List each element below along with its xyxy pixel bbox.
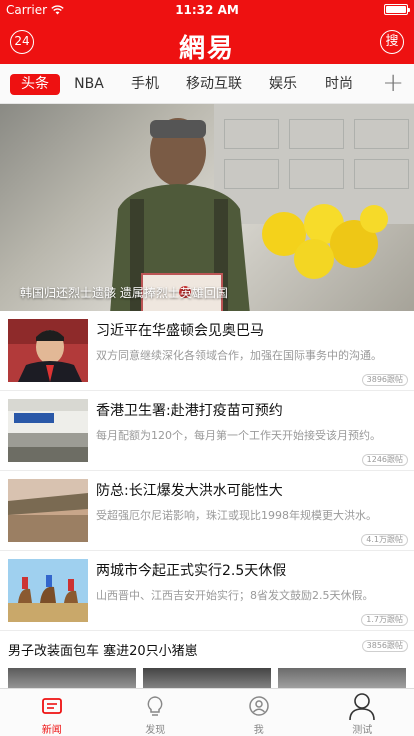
news-title: 香港卫生署:赴港打疫苗可预约 [96, 403, 283, 419]
news-item[interactable]: 香港卫生署:赴港打疫苗可预约 每月配额为120个，每月第一个工作天开始接受该月预… [0, 391, 414, 471]
tab-fashion[interactable]: 时尚 [314, 74, 364, 95]
tabbar-me-label: 我 [253, 725, 264, 736]
hero-banner[interactable]: 韩国归还烈士遗骸 遗属捧烈士英雄回国 [0, 104, 414, 311]
user-icon [249, 696, 269, 716]
hero-person-image [110, 118, 250, 311]
comment-count-badge: 4.1万跟帖 [361, 534, 408, 546]
tabbar-discover-label: 发现 [145, 725, 166, 736]
news-title: 两城市今起正式实行2.5天休假 [96, 563, 287, 579]
tabbar-test-label: 测试 [352, 725, 373, 736]
news-title: 防总:长江爆发大洪水可能性大 [96, 483, 283, 499]
news-icon [41, 698, 62, 714]
hero-flowers-image [262, 204, 388, 279]
comment-count-badge: 3896跟帖 [361, 374, 408, 386]
bulb-icon [147, 696, 163, 716]
news-digest: 每月配额为120个，每月第一个工作天开始接受该月预约。 [96, 429, 381, 442]
news-item[interactable]: 防总:长江爆发大洪水可能性大 受超强厄尔尼诺影响，珠江或现比1998年规模更大洪… [0, 471, 414, 551]
news-thumbnail [8, 399, 88, 462]
tab-nba[interactable]: NBA [64, 74, 114, 95]
photo-set-item[interactable]: 男子改装面包车 塞进20只小猪崽 3856跟帖 [0, 640, 414, 690]
tab-headline[interactable]: 头条 [10, 74, 60, 95]
photo-set-title: 男子改装面包车 塞进20只小猪崽 [8, 644, 198, 659]
tabbar-test[interactable]: 测试 [311, 689, 414, 736]
photo-set-image [143, 668, 271, 690]
bottom-tab-bar: 新闻 发现 我 测试 [0, 688, 414, 736]
channel-tabs: 头条 NBA 手机 移动互联 娱乐 时尚 + [0, 64, 414, 104]
battery-level [386, 6, 406, 13]
comment-count-badge: 3856跟帖 [361, 640, 408, 652]
search-button[interactable]: 搜 [380, 30, 404, 54]
news-thumbnail [8, 479, 88, 542]
top-bar: Carrier 11:32 AM 24 網易 搜 [0, 0, 414, 64]
search-icon: 搜 [385, 34, 399, 49]
status-time: 11:32 AM [175, 3, 239, 17]
photo-set-images [8, 668, 406, 690]
tabbar-news[interactable]: 新闻 [0, 689, 104, 736]
news-digest: 山西晋中、江西吉安开始实行；8省发文鼓励2.5天休假。 [96, 589, 374, 602]
hero-caption: 韩国归还烈士遗骸 遗属捧烈士英雄回国 [20, 286, 228, 300]
battery-icon [384, 4, 410, 15]
comment-count-badge: 1.7万跟帖 [361, 614, 408, 626]
tabbar-me[interactable]: 我 [207, 689, 311, 736]
news-item[interactable]: 习近平在华盛顿会见奥巴马 双方同意继续深化各领域合作，加强在国际事务中的沟通。 … [0, 311, 414, 391]
tab-mobile-internet[interactable]: 移动互联 [176, 74, 252, 95]
tabbar-news-label: 新闻 [41, 725, 62, 736]
tab-phone[interactable]: 手机 [120, 74, 170, 95]
news-thumbnail [8, 559, 88, 622]
tabbar-discover[interactable]: 发现 [104, 689, 208, 736]
news-digest: 双方同意继续深化各领域合作，加强在国际事务中的沟通。 [96, 349, 382, 362]
news-item[interactable]: 两城市今起正式实行2.5天休假 山西晋中、江西吉安开始实行；8省发文鼓励2.5天… [0, 551, 414, 631]
tab-entertainment[interactable]: 娱乐 [258, 74, 308, 95]
plus-icon[interactable]: + [382, 70, 404, 96]
photo-set-image [8, 668, 136, 690]
news-digest: 受超强厄尔尼诺影响，珠江或现比1998年规模更大洪水。 [96, 509, 377, 522]
comment-count-badge: 1246跟帖 [361, 454, 408, 466]
app-logo: 網易 [178, 34, 235, 64]
news-thumbnail [8, 319, 88, 382]
person-icon [349, 693, 376, 721]
photo-set-image [278, 668, 406, 690]
news-title: 习近平在华盛顿会见奥巴马 [96, 323, 264, 339]
status-bar: Carrier 11:32 AM [0, 0, 414, 20]
